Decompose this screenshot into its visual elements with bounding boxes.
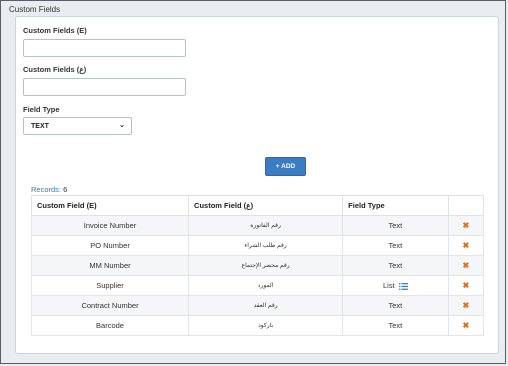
table-row: Barcode باركود Text ✖ xyxy=(30,315,485,336)
field-type-label: Field Type xyxy=(23,105,60,114)
chevron-down-icon: ⌄ xyxy=(119,122,125,129)
records-count: Records: 6 xyxy=(31,185,67,194)
cell-field-a: رقم العقد xyxy=(188,295,344,316)
close-icon[interactable]: ✖ xyxy=(462,301,469,310)
cell-field-type: Text xyxy=(342,255,449,276)
close-icon[interactable]: ✖ xyxy=(462,321,469,330)
cell-field-e: Invoice Number xyxy=(30,215,190,236)
delete-cell: ✖ xyxy=(447,255,485,276)
custom-fields-frame: Custom Fields Custom Fields (E) Custom F… xyxy=(0,0,506,364)
table-row: MM Number رقم محضر الإجتماع Text ✖ xyxy=(30,255,485,276)
cell-field-a: المورد xyxy=(188,275,344,296)
records-number: 6 xyxy=(63,185,68,194)
header-custom-field-a: Custom Field (ع) xyxy=(188,195,344,216)
delete-cell: ✖ xyxy=(447,275,485,296)
header-actions xyxy=(447,195,485,216)
close-icon[interactable]: ✖ xyxy=(462,281,469,290)
delete-cell: ✖ xyxy=(447,315,485,336)
cell-field-type: Text xyxy=(342,235,449,256)
table-row: Supplier المورد List ✖ xyxy=(30,275,485,296)
table-header-row: Custom Field (E) Custom Field (ع) Field … xyxy=(30,195,485,216)
cell-field-type: Text xyxy=(342,295,449,316)
records-label: Records: xyxy=(31,185,62,194)
cell-field-type: List xyxy=(382,281,395,290)
cell-field-e: MM Number xyxy=(30,255,190,276)
table-row: PO Number رقم طلب الشراء Text ✖ xyxy=(30,235,485,256)
cell-field-type-list: List xyxy=(342,275,449,296)
cell-field-a: رقم محضر الإجتماع xyxy=(188,255,344,276)
custom-field-e-input[interactable] xyxy=(23,39,186,57)
custom-field-a-input[interactable] xyxy=(23,78,186,96)
cell-field-e: Supplier xyxy=(30,275,190,296)
list-icon[interactable] xyxy=(398,282,408,290)
cell-field-a: رقم الفاتورة xyxy=(188,215,344,236)
add-button[interactable]: + ADD xyxy=(265,157,306,176)
close-icon[interactable]: ✖ xyxy=(462,241,469,250)
close-icon[interactable]: ✖ xyxy=(462,261,469,270)
table-row: Invoice Number رقم الفاتورة Text ✖ xyxy=(30,215,485,236)
custom-fields-table: Custom Field (E) Custom Field (ع) Field … xyxy=(30,195,485,336)
close-icon[interactable]: ✖ xyxy=(462,221,469,230)
field-type-value: TEXT xyxy=(31,122,49,130)
delete-cell: ✖ xyxy=(447,215,485,236)
custom-fields-panel: Custom Fields (E) Custom Fields (ع) Fiel… xyxy=(15,16,499,354)
custom-field-e-label: Custom Fields (E) xyxy=(23,26,87,35)
section-title: Custom Fields xyxy=(9,5,61,14)
cell-field-a: رقم طلب الشراء xyxy=(188,235,344,256)
delete-cell: ✖ xyxy=(447,295,485,316)
cell-field-type: Text xyxy=(342,315,449,336)
table-row: Contract Number رقم العقد Text ✖ xyxy=(30,295,485,316)
delete-cell: ✖ xyxy=(447,235,485,256)
cell-field-a: باركود xyxy=(188,315,344,336)
cell-field-e: Contract Number xyxy=(30,295,190,316)
header-field-type: Field Type xyxy=(342,195,449,216)
cell-field-e: PO Number xyxy=(30,235,190,256)
header-custom-field-e: Custom Field (E) xyxy=(30,195,190,216)
cell-field-type: Text xyxy=(342,215,449,236)
custom-field-a-label: Custom Fields (ع) xyxy=(23,65,87,74)
cell-field-e: Barcode xyxy=(30,315,190,336)
field-type-select[interactable]: TEXT ⌄ xyxy=(23,117,132,135)
